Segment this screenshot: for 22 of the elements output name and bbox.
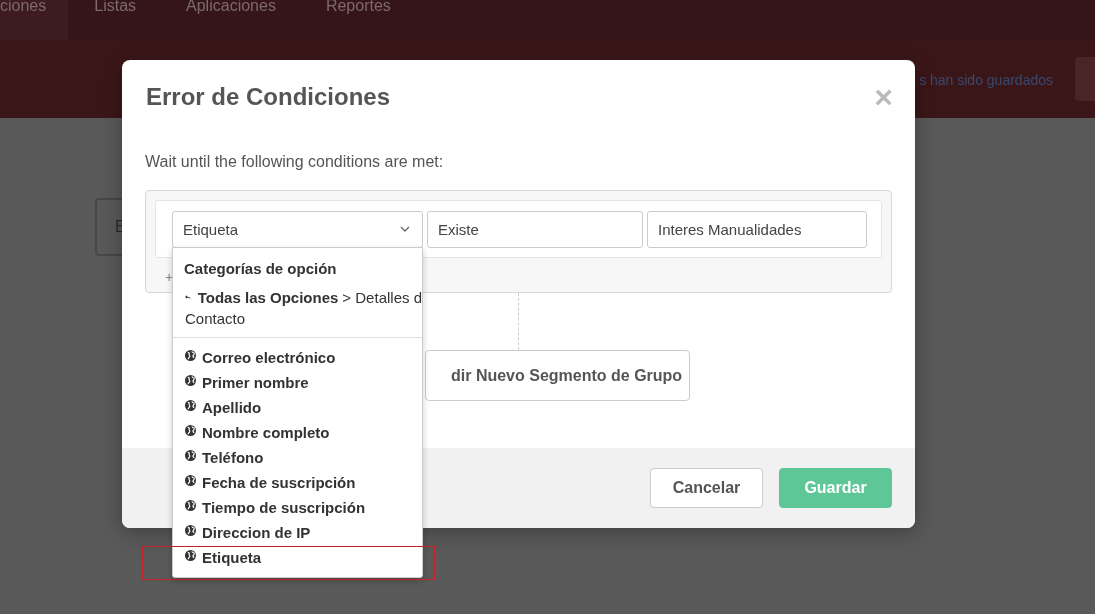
value-field[interactable]: Interes Manualidades xyxy=(647,210,867,248)
chevron-down-icon xyxy=(400,226,410,232)
menu-item[interactable]: Fecha de suscripción xyxy=(173,470,422,496)
menu-item[interactable]: Nombre completo xyxy=(173,420,422,446)
instruction-text: Wait until the following conditions are met: xyxy=(145,153,445,172)
menu-item[interactable]: Apellido xyxy=(173,395,422,421)
add-group-button[interactable]: dir Nuevo Segmento de Grupo xyxy=(425,350,690,401)
breadcrumb-text: > Detalles d xyxy=(342,288,422,306)
cancel-button[interactable]: Cancelar xyxy=(650,468,763,508)
operator-field[interactable]: Existe xyxy=(427,210,643,248)
menu-item[interactable]: Teléfono xyxy=(173,445,422,471)
menu-item[interactable]: Tiempo de suscripción xyxy=(173,495,422,521)
menu-item[interactable]: Etiqueta xyxy=(173,545,422,571)
breadcrumb-link[interactable]: Todas las Opciones xyxy=(197,288,339,306)
menu-item[interactable]: Direccion de IP xyxy=(173,520,422,546)
breadcrumb-text: Contacto xyxy=(184,309,247,329)
menu-item[interactable]: Correo electrónico xyxy=(173,345,422,371)
dialog-title: Error de Condiciones xyxy=(146,83,391,111)
menu-heading: Categorías de opción xyxy=(183,259,338,279)
status-message: s han sido guardados xyxy=(919,72,1053,88)
field-select[interactable]: Etiqueta xyxy=(172,210,423,248)
menu-item[interactable]: Primer nombre xyxy=(173,370,422,396)
